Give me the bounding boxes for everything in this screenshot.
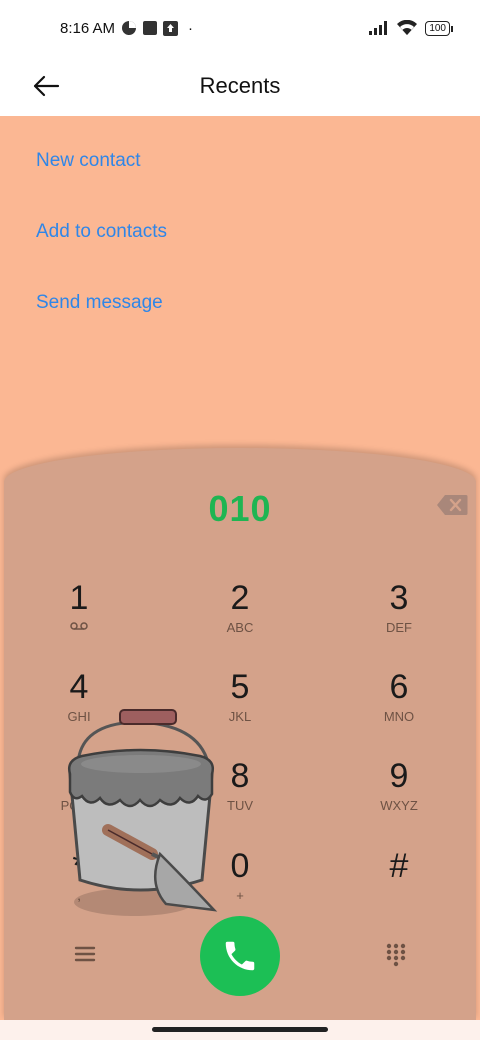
key-letters: DEF: [386, 620, 412, 635]
new-contact-link[interactable]: New contact: [36, 150, 141, 172]
key-digit: 7: [69, 757, 89, 795]
back-arrow-icon[interactable]: [30, 72, 62, 100]
key-letters: ,: [77, 888, 81, 903]
key-letters: JKL: [228, 709, 252, 724]
backspace-icon[interactable]: [436, 494, 468, 516]
key-0[interactable]: 0 +: [180, 846, 300, 926]
wifi-icon: [397, 20, 418, 35]
key-digit: 0: [230, 847, 250, 885]
key-digit: 4: [69, 668, 89, 706]
key-star[interactable]: * ,: [19, 846, 139, 926]
key-digit: 5: [230, 668, 250, 706]
call-button[interactable]: [200, 916, 280, 996]
key-digit: #: [389, 847, 409, 885]
key-letters: TUV: [227, 798, 253, 813]
upload-icon: [163, 20, 179, 36]
key-8[interactable]: 8 TUV: [180, 756, 300, 836]
key-digit: 8: [230, 757, 250, 795]
navigation-bar: [0, 1020, 480, 1040]
key-9[interactable]: 9 WXYZ: [339, 756, 459, 836]
key-4[interactable]: 4 GHI: [19, 667, 139, 747]
voicemail-icon: [70, 622, 88, 630]
key-7[interactable]: 7 PQRS: [19, 756, 139, 836]
key-digit: 3: [389, 579, 409, 617]
key-3[interactable]: 3 DEF: [339, 578, 459, 658]
key-letters: WXYZ: [380, 798, 418, 813]
app-header: Recents: [0, 56, 480, 116]
key-digit: *: [72, 847, 86, 885]
status-time: 8:16 AM: [60, 19, 116, 37]
key-2[interactable]: 2 ABC: [180, 578, 300, 658]
key-digit: 9: [389, 757, 409, 795]
key-letters: MNO: [383, 709, 415, 724]
menu-icon[interactable]: [72, 942, 98, 966]
key-6[interactable]: 6 MNO: [339, 667, 459, 747]
battery-indicator: 100: [425, 20, 453, 36]
status-dot: ·: [188, 19, 194, 37]
status-left: 8:16 AM ·: [60, 20, 193, 37]
status-bar: 8:16 AM · 100: [0, 0, 480, 56]
key-digit: 6: [389, 668, 409, 706]
data-saver-icon: [122, 21, 137, 35]
send-message-link[interactable]: Send message: [36, 292, 163, 314]
status-right: 100: [369, 20, 453, 36]
key-letters: PQRS: [60, 798, 98, 813]
home-indicator[interactable]: [152, 1027, 328, 1032]
key-hash[interactable]: #: [339, 846, 459, 926]
key-1[interactable]: 1: [19, 578, 139, 658]
key-digit: 1: [69, 579, 89, 617]
key-5[interactable]: 5 JKL: [180, 667, 300, 747]
key-digit: 2: [230, 579, 250, 617]
key-letters: ABC: [226, 620, 254, 635]
notification-icon: [143, 21, 158, 35]
add-to-contacts-link[interactable]: Add to contacts: [36, 221, 167, 243]
keypad-icon[interactable]: [384, 942, 408, 968]
dialed-number: 010: [208, 488, 272, 529]
phone-icon: [225, 941, 255, 971]
key-letters: +: [236, 888, 244, 903]
key-letters: GHI: [67, 709, 91, 724]
signal-icon: [369, 21, 388, 35]
page-title: Recents: [199, 73, 281, 98]
